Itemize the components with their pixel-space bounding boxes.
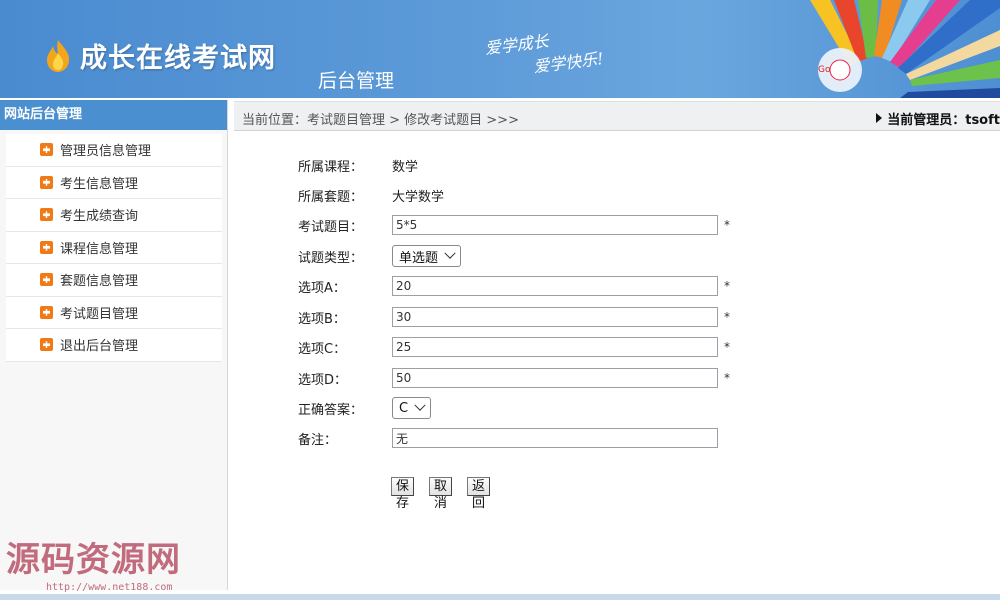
sidebar-item-label: 考生信息管理 (60, 176, 139, 192)
sidebar-title: 网站后台管理 (0, 100, 227, 130)
option-d-label: 选项D： (298, 372, 348, 388)
sidebar-item-label: 套题信息管理 (60, 274, 139, 290)
question-row: 考试题目： * (298, 213, 730, 237)
triangle-right-icon (876, 113, 883, 123)
sidebar-item-course-info[interactable]: 课程信息管理 (6, 232, 222, 264)
sidebar-menu: 管理员信息管理 考生信息管理 考生成绩查询 课程信息管理 套题信息管理 考试题目… (6, 134, 222, 362)
sidebar-item-label: 考试题目管理 (60, 306, 139, 322)
plus-square-icon (40, 208, 53, 222)
pencils-decoration (810, 0, 1000, 98)
option-a-row: 选项A： * (298, 274, 730, 298)
current-admin: 当前管理员：tsoft (876, 109, 1000, 128)
sidebar-item-score-query[interactable]: 考生成绩查询 (6, 199, 222, 232)
watermark-url: http://www.net188.com (46, 582, 173, 593)
option-d-input[interactable] (392, 368, 718, 388)
question-set-label: 所属套题： (298, 189, 364, 205)
go-badge: Go (818, 65, 831, 75)
breadcrumb: 当前位置：考试题目管理 > 修改考试题目 >>> (242, 113, 519, 128)
slogan: 爱学成长 爱学快乐! (484, 23, 605, 85)
correct-answer-value: C (399, 400, 409, 416)
option-b-input[interactable] (392, 307, 718, 327)
note-label: 备注： (298, 432, 338, 448)
correct-answer-select[interactable]: C (392, 397, 432, 419)
sidebar-item-label: 课程信息管理 (60, 241, 139, 257)
flame-icon (47, 39, 70, 72)
sidebar-item-logout[interactable]: 退出后台管理 (6, 329, 222, 362)
required-mark: * (724, 371, 730, 385)
sidebar-item-exam-questions[interactable]: 考试题目管理 (6, 297, 222, 329)
question-type-value: 单选题 (399, 250, 439, 266)
course-label: 所属课程： (298, 159, 364, 175)
bottom-border (0, 594, 1000, 600)
sidebar-item-label: 管理员信息管理 (60, 144, 152, 160)
plus-square-icon (40, 338, 53, 352)
sidebar-item-admin-info[interactable]: 管理员信息管理 (6, 134, 222, 167)
course-row: 所属课程： 数学 (298, 153, 418, 177)
option-b-label: 选项B： (298, 311, 346, 327)
option-b-row: 选项B： * (298, 305, 730, 329)
question-label: 考试题目： (298, 219, 364, 235)
header-banner: 成长在线考试网 后台管理 爱学成长 爱学快乐! Go (0, 0, 1000, 98)
question-set-row: 所属套题： 大学数学 (298, 183, 444, 207)
chevron-down-icon (414, 399, 426, 411)
plus-square-icon (40, 175, 53, 189)
required-mark: * (724, 310, 730, 324)
current-admin-label: 当前管理员：tsoft (887, 113, 1000, 128)
save-button[interactable]: 保存 (391, 477, 415, 511)
plus-square-icon (40, 273, 53, 287)
required-mark: * (724, 340, 730, 354)
option-a-label: 选项A： (298, 280, 346, 296)
plus-square-icon (40, 305, 53, 319)
plus-square-icon (40, 240, 53, 254)
watermark-title: 源码资源网 (6, 540, 181, 580)
breadcrumb-bar: 当前位置：考试题目管理 > 修改考试题目 >>> 当前管理员：tsoft (234, 101, 1000, 131)
watermark: 源码资源网 http://www.net188.com (6, 532, 181, 593)
correct-answer-label: 正确答案： (298, 402, 364, 418)
question-input[interactable] (392, 215, 718, 235)
plus-square-icon (40, 143, 53, 157)
question-type-label: 试题类型： (298, 250, 364, 266)
site-title: 成长在线考试网 (80, 43, 276, 74)
cancel-button[interactable]: 取消 (429, 477, 453, 511)
sidebar-item-question-set[interactable]: 套题信息管理 (6, 264, 222, 297)
sidebar-item-label: 考生成绩查询 (60, 209, 139, 225)
correct-answer-row: 正确答案： C (298, 396, 432, 420)
option-a-input[interactable] (392, 276, 718, 296)
option-d-row: 选项D： * (298, 366, 730, 390)
question-set-value: 大学数学 (392, 189, 445, 205)
site-subtitle: 后台管理 (318, 70, 395, 92)
note-input[interactable] (392, 428, 718, 448)
sidebar-item-label: 退出后台管理 (60, 339, 139, 355)
option-c-label: 选项C： (298, 341, 347, 357)
option-c-input[interactable] (392, 337, 718, 357)
back-button[interactable]: 返回 (467, 477, 491, 511)
sidebar: 网站后台管理 管理员信息管理 考生信息管理 考生成绩查询 课程信息管理 套题信息… (0, 100, 228, 590)
form-buttons: 保存 取消 返回 (391, 477, 505, 511)
required-mark: * (724, 218, 730, 232)
sidebar-item-student-info[interactable]: 考生信息管理 (6, 167, 222, 199)
note-row: 备注： (298, 426, 718, 450)
option-c-row: 选项C： * (298, 335, 730, 359)
question-type-select[interactable]: 单选题 (392, 245, 462, 267)
chevron-down-icon (444, 247, 456, 259)
course-value: 数学 (392, 159, 419, 175)
site-logo: 成长在线考试网 (44, 36, 276, 75)
required-mark: * (724, 279, 730, 293)
question-type-row: 试题类型： 单选题 (298, 244, 462, 268)
